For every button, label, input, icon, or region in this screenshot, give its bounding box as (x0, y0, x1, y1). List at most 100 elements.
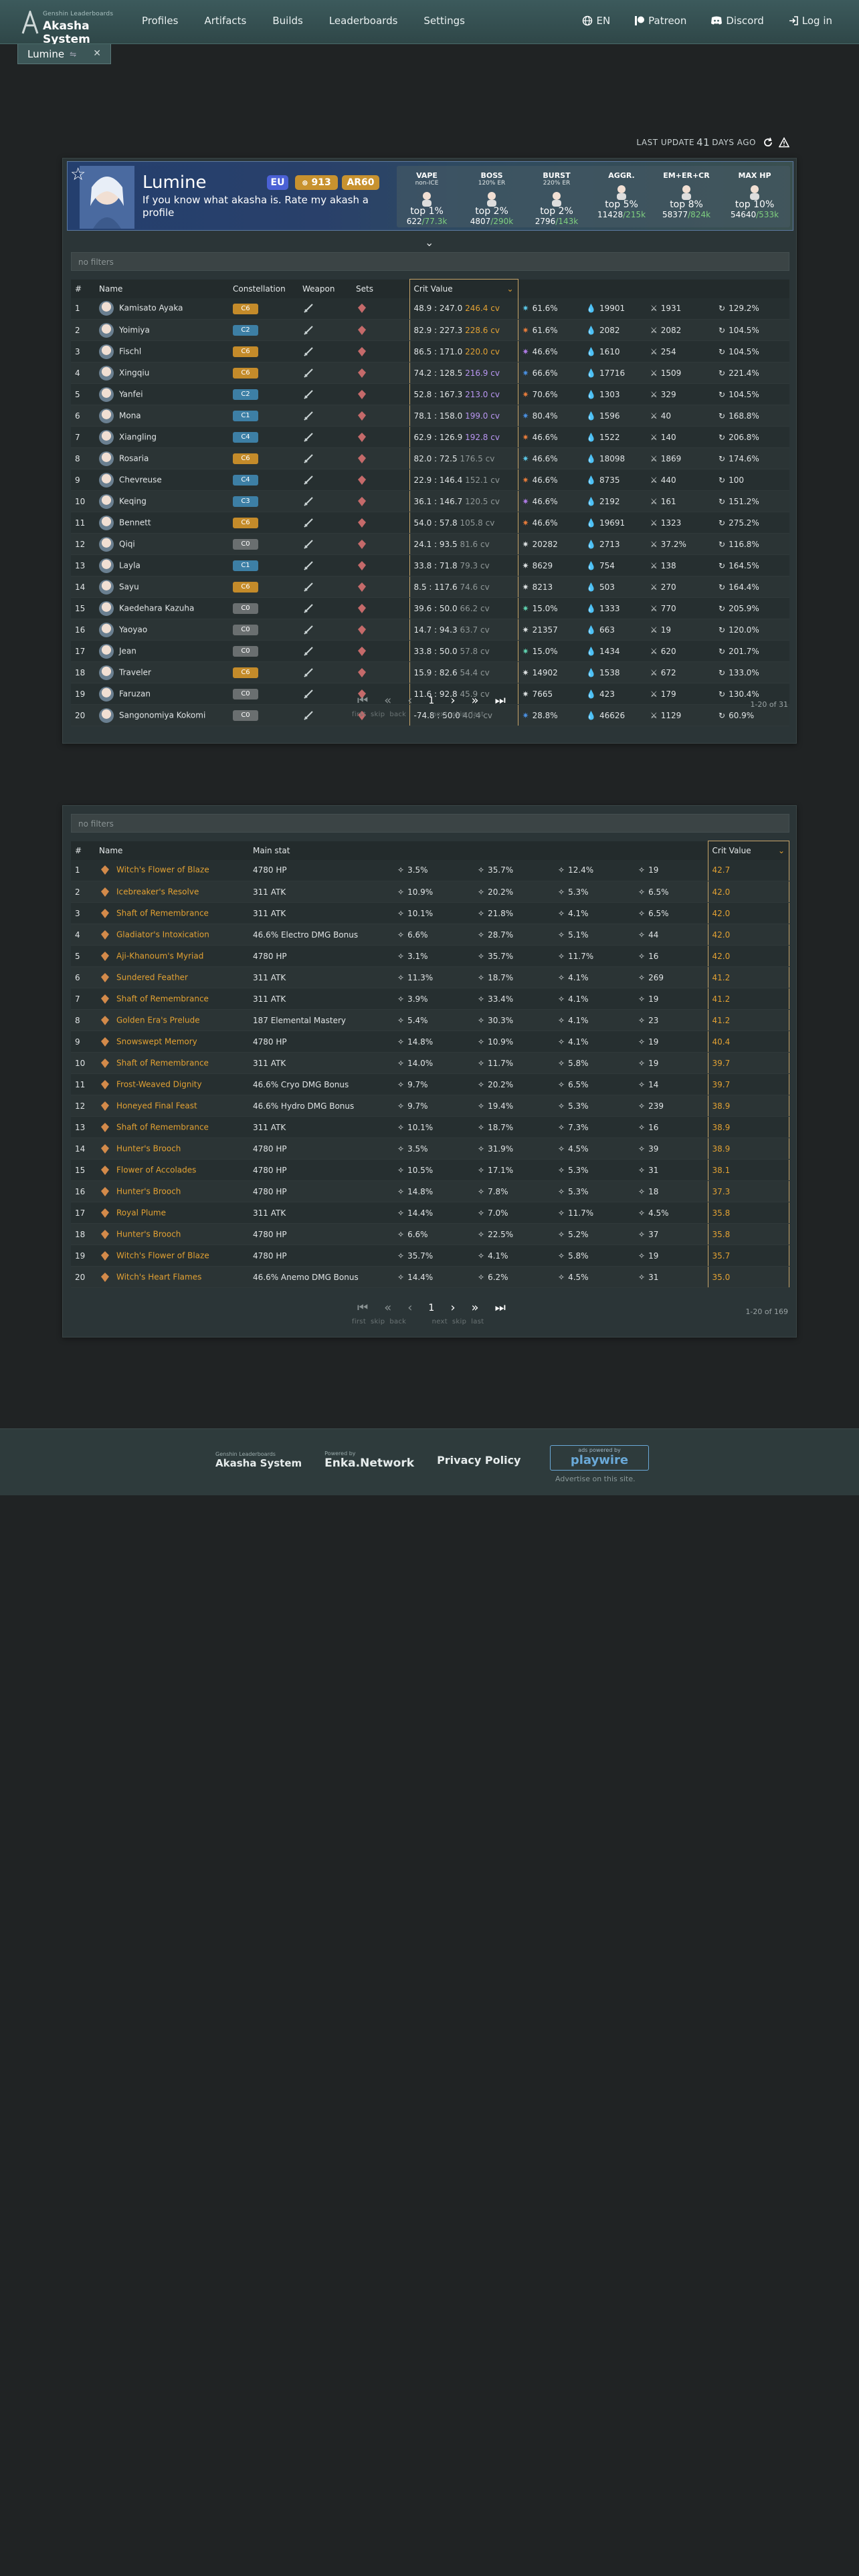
favorite-star-icon[interactable]: ☆ (70, 165, 86, 185)
row-name-cell[interactable]: Kamisato Ayaka (95, 298, 229, 320)
row-name-cell[interactable]: Witch's Flower of Blaze (95, 859, 249, 881)
col-main-stat[interactable]: Main stat (249, 841, 393, 860)
row-name-cell[interactable]: Icebreaker's Resolve (95, 881, 249, 903)
table-row[interactable]: 8 Rosaria C6 82.0 : 72.5 176.5 cv ✷ 46.6% 💧 180… (71, 447, 789, 469)
refresh-icon[interactable] (763, 137, 773, 148)
col-sets[interactable]: Sets (352, 279, 409, 298)
row-name-cell[interactable]: Xiangling (95, 426, 229, 448)
table-row[interactable]: 7 Shaft of Remembrance 311 ATK ✧ 3.9% ✧ 33.4% ✧… (71, 988, 789, 1010)
nav-leaderboards[interactable]: Leaderboards (329, 15, 398, 27)
row-name-cell[interactable]: Shaft of Remembrance (95, 902, 249, 924)
row-name-cell[interactable]: Layla (95, 554, 229, 576)
first-page-icon[interactable]: ⏮ (357, 1301, 368, 1315)
col-er[interactable] (714, 279, 789, 298)
row-name-cell[interactable]: Yanfei (95, 383, 229, 405)
first-page-icon[interactable]: ⏮ (357, 693, 368, 708)
row-name-cell[interactable]: Yoimiya (95, 319, 229, 341)
row-name-cell[interactable]: Chevreuse (95, 469, 229, 491)
prev-page-icon[interactable]: ‹ (407, 693, 412, 708)
table-row[interactable]: 3 Fischl C6 86.5 : 171.0 220.0 cv ✷ 46.6% 💧 161… (71, 340, 789, 362)
row-name-cell[interactable]: Witch's Heart Flames (95, 1266, 249, 1288)
table-row[interactable]: 14 Sayu C6 8.5 : 117.6 74.6 cv ✷ 8213 💧 503 ⚔ 270… (71, 576, 789, 598)
table-row[interactable]: 20 Witch's Heart Flames 46.6% Anemo DMG Bo… (71, 1266, 789, 1288)
row-name-cell[interactable]: Snowswept Memory (95, 1031, 249, 1053)
table-row[interactable]: 11 Bennett C6 54.0 : 57.8 105.8 cv ✷ 46.6% 💧 19… (71, 512, 789, 534)
table-row[interactable]: 17 Royal Plume 311 ATK ✧ 14.4% ✧ 7.0% ✧ 11.7% ✧ 4.… (71, 1202, 789, 1224)
characters-filter-input[interactable]: no filters (71, 252, 789, 271)
table-row[interactable]: 12 Honeyed Final Feast 46.6% Hydro DMG Bon… (71, 1095, 789, 1117)
table-row[interactable]: 1 Witch's Flower of Blaze 4780 HP ✧ 3.5% ✧ 35.… (71, 859, 789, 881)
table-row[interactable]: 8 Golden Era's Prelude 187 Elemental Maste… (71, 1009, 789, 1031)
row-name-cell[interactable]: Qiqi (95, 533, 229, 555)
col-weapon[interactable]: Weapon (298, 279, 352, 298)
col-substat-3[interactable] (554, 841, 634, 860)
stat-boss[interactable]: BOSS 120% ER top 2% 4807/290k (462, 166, 522, 227)
stat-em-er-cr[interactable]: EM+ER+CR top 8% 58377/824k (656, 166, 717, 227)
nav-artifacts[interactable]: Artifacts (204, 15, 246, 27)
last-page-icon[interactable]: ⏭ (495, 1301, 506, 1315)
table-row[interactable]: 12 Qiqi C0 24.1 : 93.5 81.6 cv ✷ 20282 💧 2713 ⚔ 3… (71, 533, 789, 555)
prev-page-icon[interactable]: ‹ (407, 1301, 412, 1315)
col-atk[interactable] (646, 279, 714, 298)
privacy-policy-link[interactable]: Privacy Policy (437, 1454, 520, 1467)
discord-link[interactable]: Discord (710, 15, 764, 27)
row-name-cell[interactable]: Aji-Khanoum's Myriad (95, 945, 249, 967)
playwire-badge[interactable]: ads powered by playwire (550, 1445, 649, 1471)
row-name-cell[interactable]: Royal Plume (95, 1202, 249, 1224)
table-row[interactable]: 5 Yanfei C2 52.8 : 167.3 213.0 cv ✷ 70.6% 💧 130… (71, 383, 789, 405)
col-name[interactable]: Name (95, 279, 229, 298)
row-name-cell[interactable]: Jean (95, 640, 229, 662)
table-row[interactable]: 4 Gladiator's Intoxication 46.6% Electro D… (71, 924, 789, 946)
table-row[interactable]: 6 Sundered Feather 311 ATK ✧ 11.3% ✧ 18.7% ✧ 4.1… (71, 966, 789, 988)
row-name-cell[interactable]: Flower of Accolades (95, 1159, 249, 1181)
skip-back-icon[interactable]: « (384, 693, 391, 708)
row-name-cell[interactable]: Witch's Flower of Blaze (95, 1245, 249, 1267)
artifacts-filter-input[interactable]: no filters (71, 814, 789, 833)
row-name-cell[interactable]: Kaedehara Kazuha (95, 597, 229, 619)
expand-chevron-icon[interactable]: ⌄ (425, 236, 434, 249)
table-row[interactable]: 9 Snowswept Memory 4780 HP ✧ 14.8% ✧ 10.9% ✧ 4.1… (71, 1031, 789, 1053)
stat-aggr[interactable]: AGGR. top 5% 11428/215k (591, 166, 652, 227)
patreon-link[interactable]: Patreon (634, 15, 686, 27)
col-element[interactable] (518, 279, 582, 298)
table-row[interactable]: 4 Xingqiu C6 74.2 : 128.5 216.9 cv ✷ 66.6% 💧 17… (71, 362, 789, 384)
table-row[interactable]: 15 Flower of Accolades 4780 HP ✧ 10.5% ✧ 17.1%… (71, 1159, 789, 1181)
col-hp[interactable] (582, 279, 646, 298)
skip-forward-icon[interactable]: » (472, 1301, 479, 1315)
profile-tab[interactable]: Lumine ⇋ ✕ (17, 44, 111, 64)
nav-settings[interactable]: Settings (423, 15, 465, 27)
table-row[interactable]: 5 Aji-Khanoum's Myriad 4780 HP ✧ 3.1% ✧ 35.7% ✧… (71, 945, 789, 967)
row-name-cell[interactable]: Fischl (95, 340, 229, 362)
row-name-cell[interactable]: Xingqiu (95, 362, 229, 384)
table-row[interactable]: 17 Jean C0 33.8 : 50.0 57.8 cv ✷ 15.0% 💧 1434 ⚔ 6… (71, 640, 789, 662)
row-name-cell[interactable]: Shaft of Remembrance (95, 1116, 249, 1138)
warning-icon[interactable] (779, 137, 789, 148)
col-constellation[interactable]: Constellation (229, 279, 298, 298)
next-page-icon[interactable]: › (450, 693, 455, 708)
row-name-cell[interactable]: Honeyed Final Feast (95, 1095, 249, 1117)
table-row[interactable]: 9 Chevreuse C4 22.9 : 146.4 152.1 cv ✷ 46.6% 💧… (71, 469, 789, 491)
footer-akasha-link[interactable]: Genshin Leaderboards Akasha System (215, 1451, 302, 1469)
table-row[interactable]: 10 Shaft of Remembrance 311 ATK ✧ 14.0% ✧ 11.7… (71, 1052, 789, 1074)
stat-burst[interactable]: BURST 220% ER top 2% 2796/143k (527, 166, 587, 227)
col-rank[interactable]: # (71, 841, 95, 860)
row-name-cell[interactable]: Rosaria (95, 447, 229, 469)
last-page-icon[interactable]: ⏭ (495, 693, 506, 708)
col-name[interactable]: Name (95, 841, 249, 860)
row-name-cell[interactable]: Yaoyao (95, 619, 229, 641)
row-name-cell[interactable]: Keqing (95, 490, 229, 512)
next-page-icon[interactable]: › (450, 1301, 455, 1315)
nav-builds[interactable]: Builds (272, 15, 302, 27)
row-name-cell[interactable]: Frost-Weaved Dignity (95, 1073, 249, 1095)
col-rank[interactable]: # (71, 279, 95, 298)
stat-vape[interactable]: VAPE non-ICE top 1% 622/77.3k (397, 166, 457, 227)
row-name-cell[interactable]: Shaft of Remembrance (95, 1052, 249, 1074)
table-row[interactable]: 15 Kaedehara Kazuha C0 39.6 : 50.0 66.2 cv ✷… (71, 597, 789, 619)
table-row[interactable]: 1 Kamisato Ayaka C6 48.9 : 247.0 246.4 cv ✷ 6… (71, 298, 789, 320)
row-name-cell[interactable]: Hunter's Brooch (95, 1180, 249, 1202)
table-row[interactable]: 7 Xiangling C4 62.9 : 126.9 192.8 cv ✷ 46.6% 💧… (71, 426, 789, 448)
nav-profiles[interactable]: Profiles (142, 15, 178, 27)
skip-forward-icon[interactable]: » (472, 693, 479, 708)
close-tab-icon[interactable]: ✕ (93, 48, 101, 59)
row-name-cell[interactable]: Sayu (95, 576, 229, 598)
